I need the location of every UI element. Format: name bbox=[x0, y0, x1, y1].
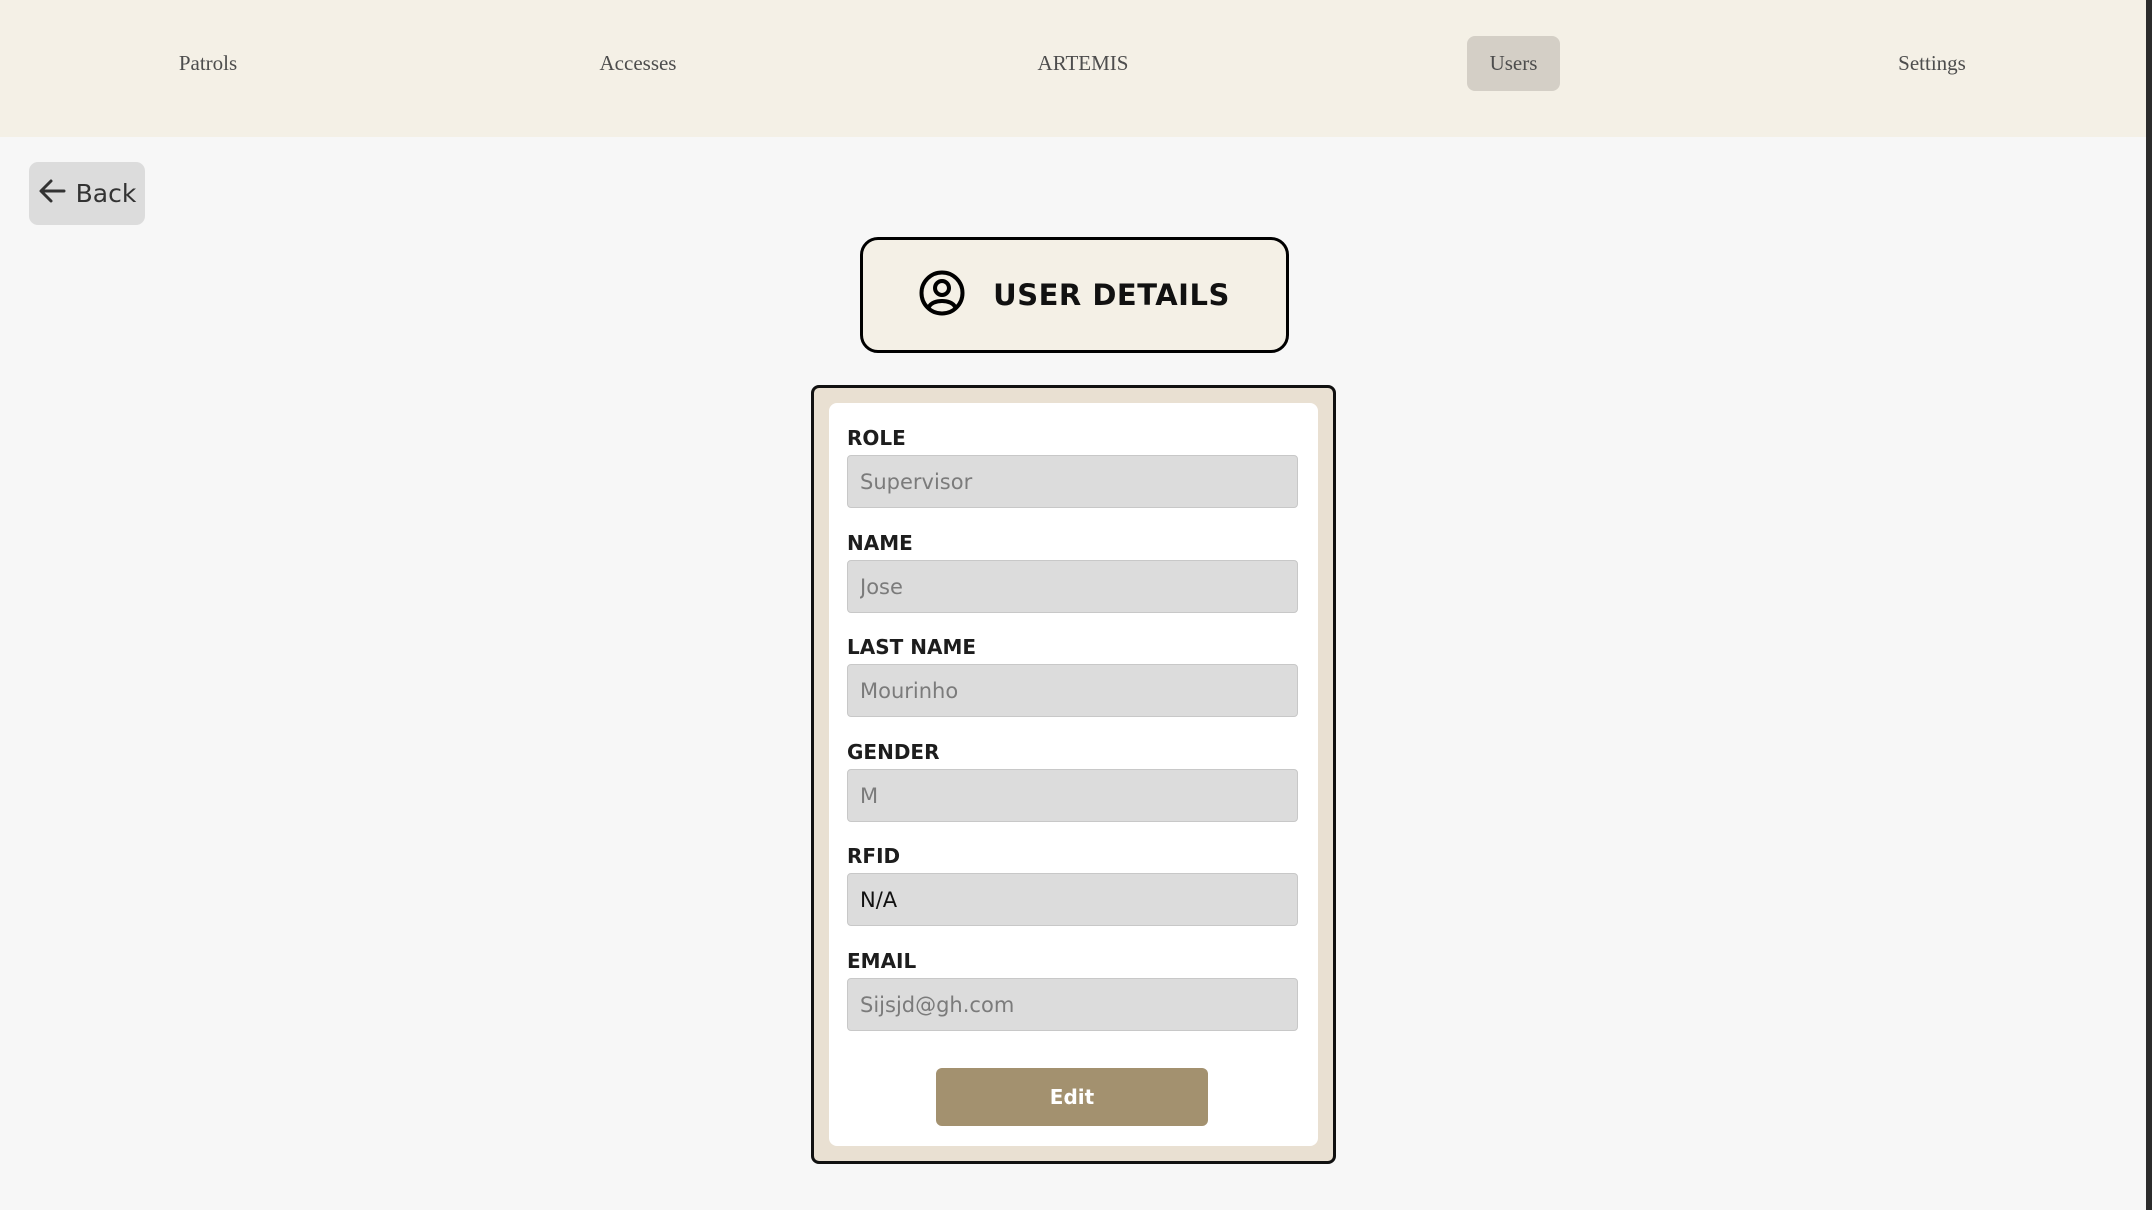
nav-item-users[interactable]: Users bbox=[1467, 36, 1560, 91]
rfid-label: RFID bbox=[847, 844, 901, 868]
gender-field[interactable] bbox=[847, 769, 1298, 822]
top-nav: Patrols Accesses ARTEMIS Users Settings bbox=[0, 0, 2146, 137]
role-label: ROLE bbox=[847, 426, 906, 450]
name-label: NAME bbox=[847, 531, 913, 555]
back-button-label: Back bbox=[75, 179, 137, 208]
nav-item-artemis[interactable]: ARTEMIS bbox=[1028, 36, 1138, 91]
user-circle-icon bbox=[919, 270, 965, 320]
email-label: EMAIL bbox=[847, 949, 917, 973]
last-name-label: LAST NAME bbox=[847, 635, 977, 659]
nav-item-accesses[interactable]: Accesses bbox=[585, 36, 691, 91]
rfid-field[interactable] bbox=[847, 873, 1298, 926]
window-edge bbox=[2146, 0, 2152, 1210]
user-details-card: ROLE NAME LAST NAME GENDER RFID EMAIL Ed… bbox=[811, 385, 1336, 1164]
arrow-left-icon bbox=[38, 178, 66, 210]
page-title: USER DETAILS bbox=[993, 278, 1230, 312]
nav-item-patrols[interactable]: Patrols bbox=[158, 36, 258, 91]
role-field[interactable] bbox=[847, 455, 1298, 508]
user-details-form: ROLE NAME LAST NAME GENDER RFID EMAIL Ed… bbox=[829, 403, 1318, 1146]
nav-item-settings[interactable]: Settings bbox=[1883, 36, 1981, 91]
last-name-field[interactable] bbox=[847, 664, 1298, 717]
edit-button[interactable]: Edit bbox=[936, 1068, 1208, 1126]
name-field[interactable] bbox=[847, 560, 1298, 613]
back-button[interactable]: Back bbox=[29, 162, 145, 225]
email-field[interactable] bbox=[847, 978, 1298, 1031]
page-title-box: USER DETAILS bbox=[860, 237, 1289, 353]
gender-label: GENDER bbox=[847, 740, 940, 764]
